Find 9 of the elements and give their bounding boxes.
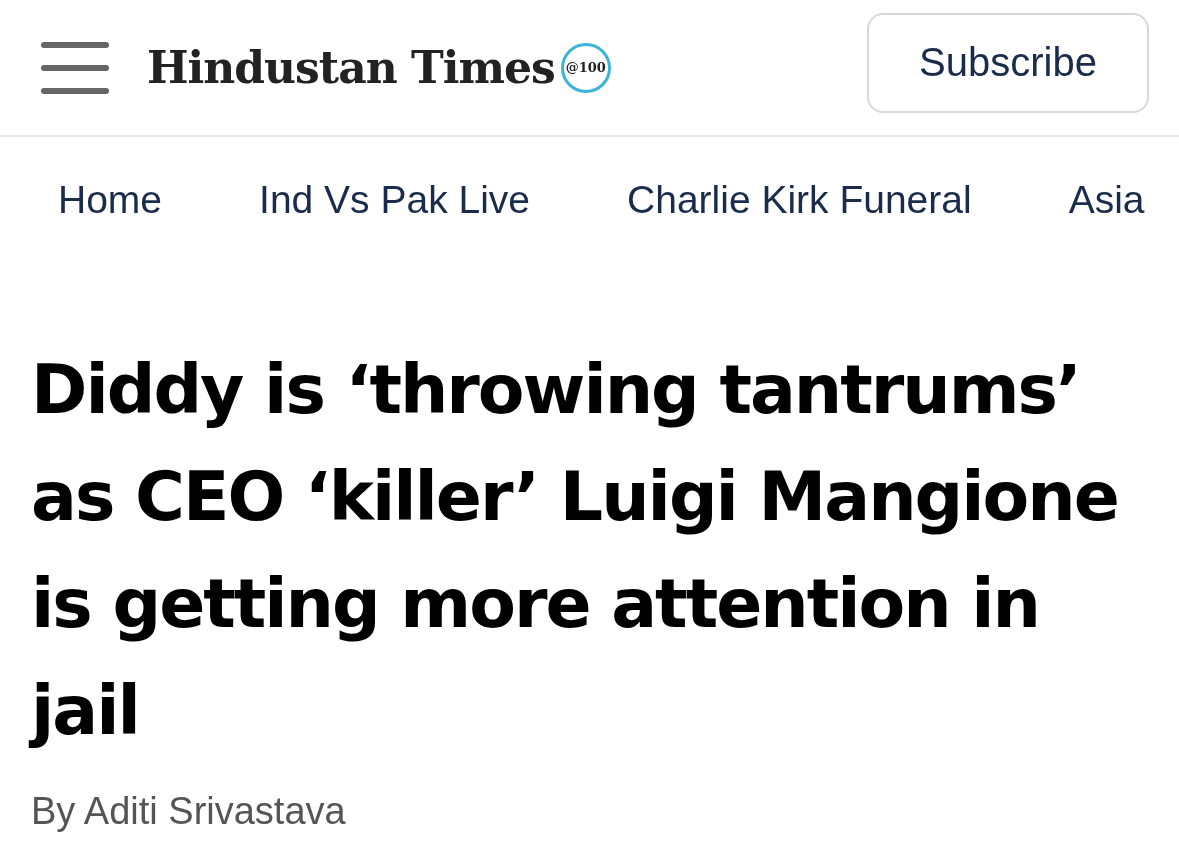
anniversary-badge: @100 (560, 42, 611, 93)
site-logo[interactable]: Hindustan Times (147, 42, 555, 93)
nav-link[interactable]: Asia (1068, 177, 1145, 222)
nav-link[interactable]: Ind Vs Pak Live (259, 177, 531, 222)
article-byline: By Aditi Srivastava (31, 790, 347, 833)
nav-link[interactable]: Charlie Kirk Funeral (627, 177, 972, 222)
menu-icon[interactable] (41, 41, 109, 94)
subscribe-button[interactable]: Subscribe (867, 12, 1149, 113)
nav-link[interactable]: Home (58, 177, 163, 222)
